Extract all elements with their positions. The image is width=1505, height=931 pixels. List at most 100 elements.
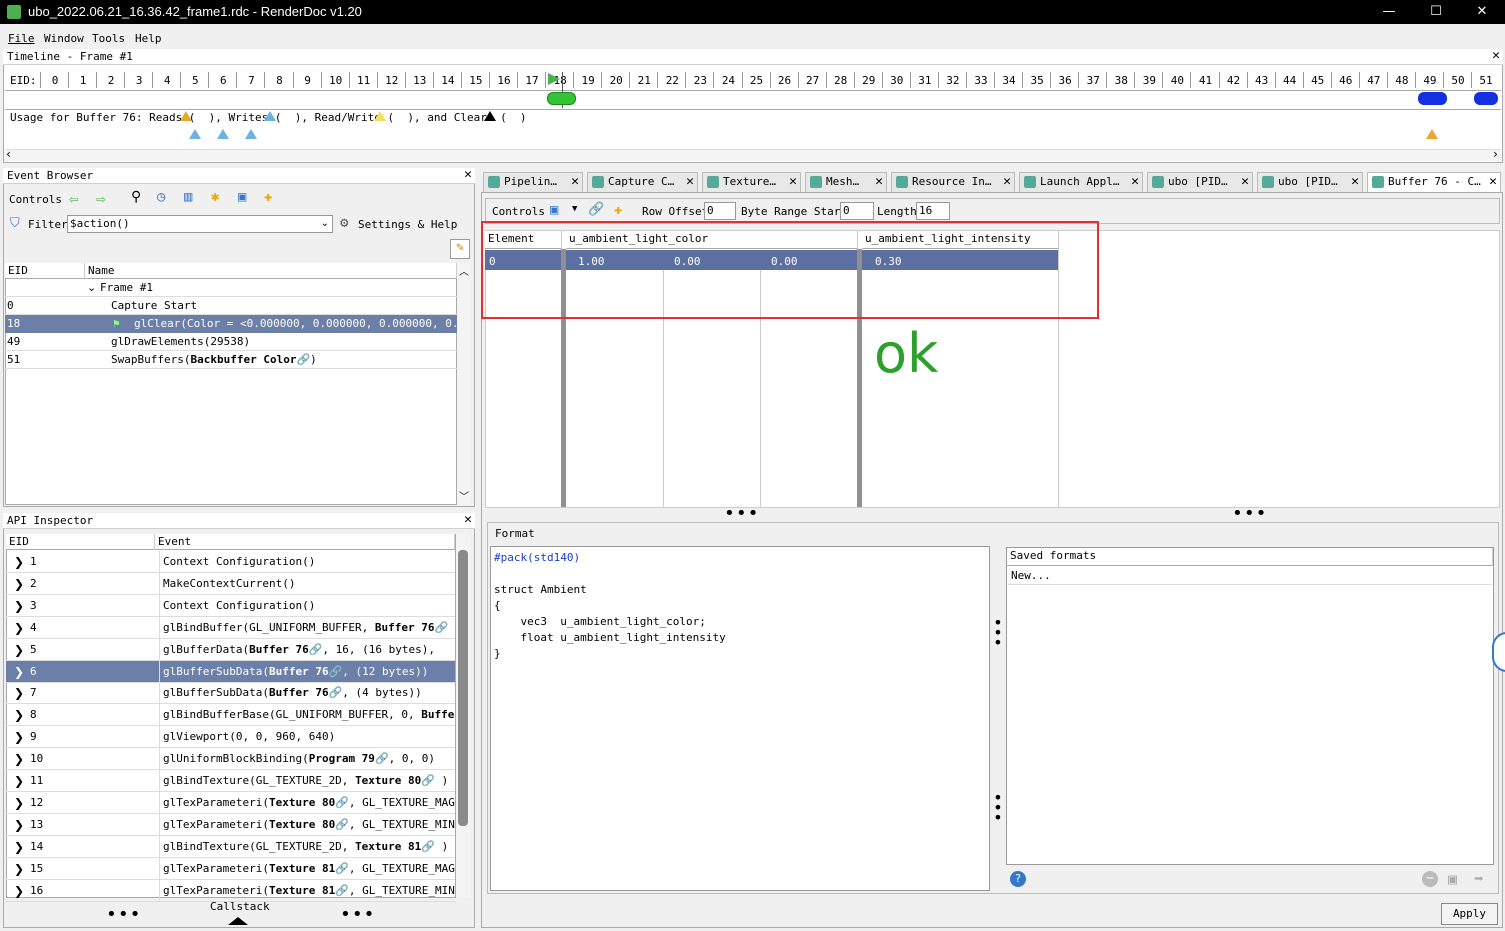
- event-row[interactable]: 51 SwapBuffers(Backbuffer Color🔗): [5, 351, 457, 369]
- settings-help-button[interactable]: Settings & Help: [358, 218, 457, 231]
- tick-label[interactable]: 44: [1276, 74, 1304, 87]
- tick-label[interactable]: 9: [294, 74, 322, 87]
- event-tree-scrollbar[interactable]: ︿ ﹀: [457, 263, 471, 505]
- chevron-down-icon[interactable]: ▼: [572, 204, 577, 214]
- resource-link[interactable]: Buffer 76: [249, 643, 309, 656]
- tick-label[interactable]: 39: [1135, 74, 1163, 87]
- tick-label[interactable]: 51: [1472, 74, 1500, 87]
- api-row[interactable]: ❯ 13 glTexParameteri(Texture 80🔗, GL_TEXTU…: [6, 813, 455, 836]
- tick-label[interactable]: 26: [771, 74, 799, 87]
- api-row[interactable]: ❯ 1 Context Configuration(): [6, 551, 455, 573]
- api-eid-header[interactable]: EID: [6, 534, 155, 550]
- tick-label[interactable]: 12: [378, 74, 406, 87]
- tick-label[interactable]: 42: [1220, 74, 1248, 87]
- tab-1[interactable]: Capture C… ✕: [587, 172, 698, 192]
- splitter-dots[interactable]: •••: [106, 906, 142, 924]
- scroll-down-icon[interactable]: ﹀: [459, 488, 469, 503]
- chevron-right-icon[interactable]: ❯: [14, 595, 24, 616]
- row-offset-input[interactable]: 0: [704, 202, 736, 220]
- api-row[interactable]: ❯ 8 glBindBufferBase(GL_UNIFORM_BUFFER, 0,…: [6, 704, 455, 727]
- tab-8[interactable]: Buffer 76 - C… ✕: [1367, 172, 1501, 192]
- api-row[interactable]: ❯ 15 glTexParameteri(Texture 81🔗, GL_TEXTU…: [6, 857, 455, 880]
- gear-icon[interactable]: ⚙: [340, 215, 348, 231]
- tick-label[interactable]: 22: [658, 74, 686, 87]
- tick-label[interactable]: 47: [1360, 74, 1388, 87]
- tick-label[interactable]: 10: [322, 74, 350, 87]
- close-button[interactable]: ✕: [1459, 0, 1505, 24]
- tick-label[interactable]: 7: [237, 74, 265, 87]
- splitter-dots[interactable]: •••: [340, 906, 376, 924]
- link-icon[interactable]: 🔗: [335, 818, 349, 831]
- tick-label[interactable]: 13: [406, 74, 434, 87]
- close-icon[interactable]: ✕: [1131, 173, 1139, 191]
- scroll-right-icon[interactable]: ›: [1492, 147, 1499, 161]
- close-icon[interactable]: ✕: [1003, 173, 1011, 191]
- chevron-right-icon[interactable]: ❯: [14, 704, 24, 725]
- resource-link[interactable]: Texture 80: [269, 818, 335, 831]
- api-row[interactable]: ❯ 9 glViewport(0, 0, 960, 640): [6, 726, 455, 749]
- tick-label[interactable]: 27: [799, 74, 827, 87]
- tick-label[interactable]: 4: [153, 74, 181, 87]
- tick-label[interactable]: 1: [69, 74, 97, 87]
- length-input[interactable]: 16: [916, 202, 950, 220]
- tick-label[interactable]: 11: [350, 74, 378, 87]
- eid-column-header[interactable]: EID: [5, 263, 85, 279]
- close-icon[interactable]: ✕: [1489, 173, 1497, 191]
- tick-label[interactable]: 46: [1332, 74, 1360, 87]
- tab-7[interactable]: ubo [PID… ✕: [1257, 172, 1363, 192]
- api-row[interactable]: ❯ 2 MakeContextCurrent(): [6, 572, 455, 595]
- save-icon[interactable]: ▣: [550, 202, 558, 218]
- link-icon[interactable]: 🔗: [421, 774, 435, 787]
- tick-label[interactable]: 20: [602, 74, 630, 87]
- chevron-right-icon[interactable]: ❯: [14, 682, 24, 703]
- tick-label[interactable]: 15: [462, 74, 490, 87]
- tick-label[interactable]: 35: [1023, 74, 1051, 87]
- puzzle-icon[interactable]: ✚: [614, 202, 622, 218]
- save-format-icon[interactable]: ▣: [1448, 870, 1457, 888]
- apply-button[interactable]: Apply: [1441, 903, 1498, 925]
- format-editor[interactable]: [490, 546, 990, 891]
- close-icon[interactable]: ✕: [1351, 173, 1359, 191]
- api-row[interactable]: ❯ 7 glBufferSubData(Buffer 76🔗, (4 bytes)): [6, 682, 455, 705]
- tick-label[interactable]: 32: [939, 74, 967, 87]
- api-row[interactable]: ❯ 3 Context Configuration(): [6, 594, 455, 617]
- tick-label[interactable]: 34: [995, 74, 1023, 87]
- splitter-dots[interactable]: •••: [1232, 505, 1268, 523]
- bookmark-icon[interactable]: ✱: [211, 189, 219, 205]
- resource-link[interactable]: Texture 81: [269, 862, 335, 875]
- close-icon[interactable]: ✕: [464, 513, 472, 527]
- arrow-right-icon[interactable]: ⇨: [96, 189, 106, 208]
- close-icon[interactable]: ✕: [686, 173, 694, 191]
- write-marker-icon[interactable]: [217, 129, 229, 139]
- tick-label[interactable]: 43: [1248, 74, 1276, 87]
- api-row[interactable]: ❯ 5 glBufferData(Buffer 76🔗, 16, (16 bytes…: [6, 638, 455, 661]
- tick-label[interactable]: 6: [209, 74, 237, 87]
- tick-label[interactable]: 36: [1051, 74, 1079, 87]
- tick-label[interactable]: 3: [125, 74, 153, 87]
- link-icon[interactable]: 🔗: [335, 884, 349, 897]
- read-marker-icon[interactable]: [1426, 129, 1438, 139]
- callstack-label[interactable]: Callstack: [210, 900, 270, 913]
- tick-label[interactable]: 33: [967, 74, 995, 87]
- tick-label[interactable]: 14: [434, 74, 462, 87]
- scrollbar-thumb[interactable]: [458, 550, 468, 826]
- tick-label[interactable]: 38: [1107, 74, 1135, 87]
- api-scrollbar[interactable]: [456, 534, 470, 898]
- chevron-down-icon[interactable]: ⌄: [321, 216, 329, 232]
- tab-0[interactable]: Pipelin… ✕: [483, 172, 583, 192]
- save-icon[interactable]: ▣: [238, 189, 246, 205]
- resource-link[interactable]: Buffer: [421, 708, 455, 721]
- chevron-right-icon[interactable]: ❯: [14, 792, 24, 813]
- maximize-button[interactable]: ☐: [1413, 0, 1459, 24]
- chevron-right-icon[interactable]: ❯: [14, 814, 24, 835]
- resource-link[interactable]: Buffer 76: [375, 621, 435, 634]
- link-icon[interactable]: 🔗: [335, 862, 349, 875]
- api-row[interactable]: ❯ 4 glBindBuffer(GL_UNIFORM_BUFFER, Buffer…: [6, 616, 455, 639]
- byte-range-start-input[interactable]: 0: [840, 202, 874, 220]
- write-marker-icon[interactable]: [189, 129, 201, 139]
- chevron-right-icon[interactable]: ❯: [14, 573, 24, 594]
- chevron-right-icon[interactable]: ❯: [14, 858, 24, 879]
- splitter-dots[interactable]: •••: [992, 790, 1004, 826]
- tick-label[interactable]: 17: [518, 74, 546, 87]
- chevron-right-icon[interactable]: ❯: [14, 748, 24, 769]
